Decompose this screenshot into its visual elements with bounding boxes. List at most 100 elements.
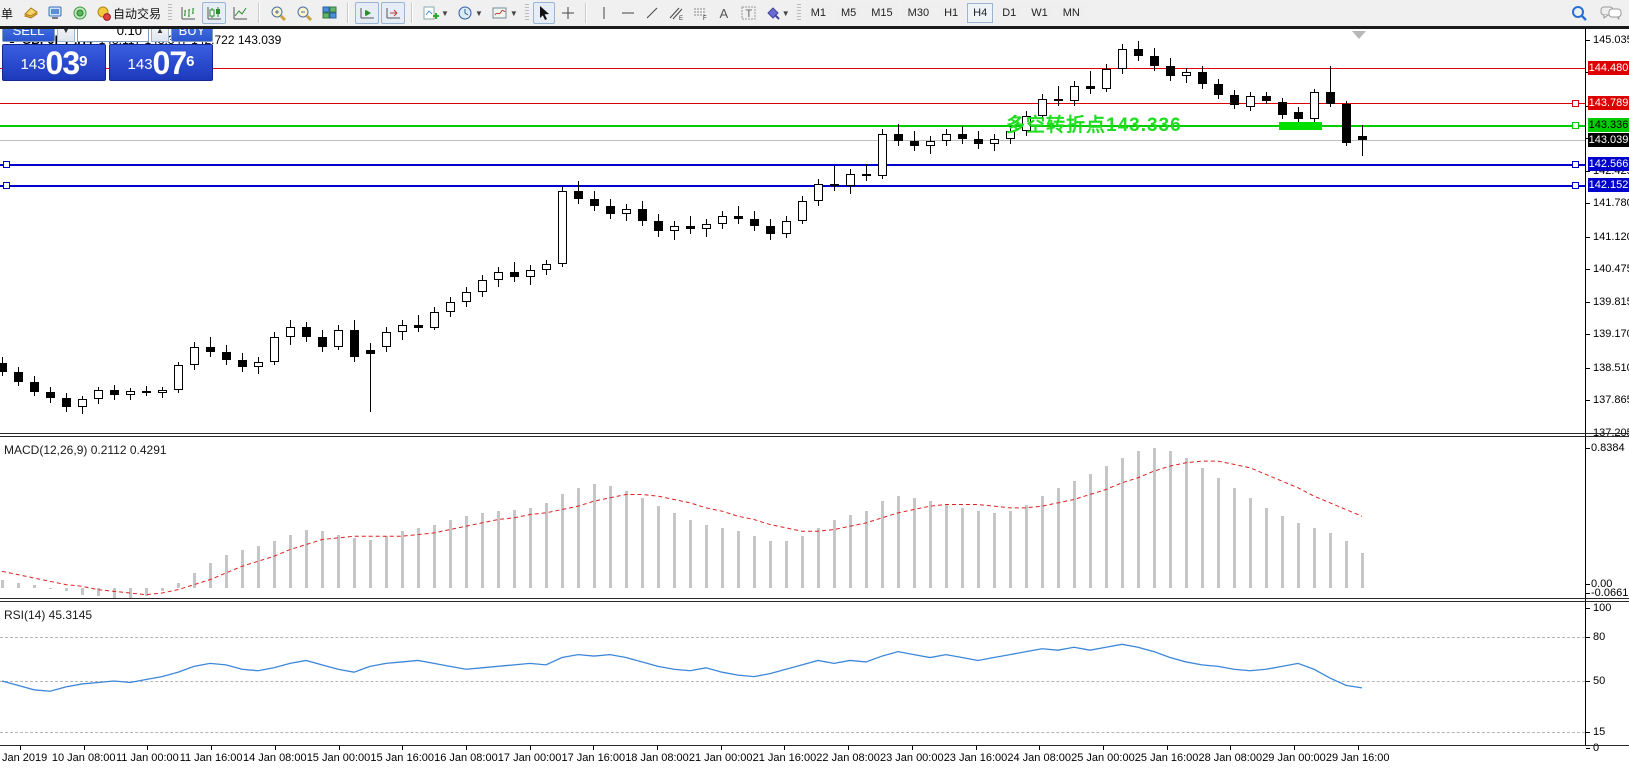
candle	[222, 352, 231, 360]
text-tool-button[interactable]: A	[713, 2, 735, 24]
line-handle[interactable]	[1572, 182, 1579, 189]
buy-price-button[interactable]: 143076	[109, 44, 213, 81]
time-label: 17 Jan 16:00	[561, 752, 625, 764]
line-chart-button[interactable]	[228, 2, 252, 24]
horizontal-line-142.152[interactable]	[0, 185, 1585, 187]
pane-separator[interactable]	[0, 598, 1629, 599]
auto-scroll-icon	[358, 5, 376, 21]
axis-tick	[1586, 608, 1590, 609]
cursor-icon	[537, 5, 551, 21]
fibonacci-button[interactable]: F	[689, 2, 711, 24]
candle	[798, 201, 807, 221]
timeframe-m15[interactable]: M15	[865, 3, 898, 23]
candle	[1214, 84, 1223, 95]
templates-button[interactable]: ▼	[488, 2, 521, 24]
axis-tick	[1586, 637, 1590, 638]
pane-separator[interactable]	[0, 601, 1629, 602]
candle	[1198, 72, 1207, 84]
time-label: 10 Jan 08:00	[52, 752, 116, 764]
sell-price-main: 03	[46, 48, 80, 78]
periods-button[interactable]: ▼	[454, 2, 486, 24]
timeframe-mn[interactable]: MN	[1057, 3, 1086, 23]
zoom-out-button[interactable]	[292, 2, 316, 24]
chart-shift-marker[interactable]	[1352, 31, 1366, 39]
crosshair-button[interactable]	[557, 2, 579, 24]
timeframe-w1[interactable]: W1	[1025, 3, 1054, 23]
timeframe-m30[interactable]: M30	[902, 3, 935, 23]
pane-separator[interactable]	[0, 433, 1629, 434]
line-handle[interactable]	[1572, 122, 1579, 129]
candlestick-chart-button[interactable]	[202, 2, 226, 24]
mt4-window: 单 自动交易	[0, 0, 1629, 773]
candle	[766, 226, 775, 234]
timeframe-h1[interactable]: H1	[938, 3, 964, 23]
vertical-line-button[interactable]	[593, 2, 615, 24]
candle	[110, 390, 119, 395]
sell-price-button[interactable]: 143039	[2, 44, 106, 81]
timeframe-h4[interactable]: H4	[967, 3, 993, 23]
time-axis[interactable]: 9 Jan 201910 Jan 08:0011 Jan 00:0011 Jan…	[0, 746, 1585, 773]
template-icon	[491, 5, 508, 21]
time-tick	[466, 746, 467, 750]
line-handle[interactable]	[1572, 100, 1579, 107]
candle	[1150, 56, 1159, 66]
vertical-line-icon	[599, 5, 609, 21]
axis-tick	[1586, 593, 1590, 594]
line-handle[interactable]	[3, 161, 10, 168]
zoom-in-button[interactable]	[266, 2, 290, 24]
timeframe-m1[interactable]: M1	[805, 3, 832, 23]
signals-button[interactable]	[69, 2, 91, 24]
dropdown-arrow-icon: ▼	[475, 9, 483, 18]
trendline-button[interactable]	[641, 2, 663, 24]
pane-separator[interactable]	[0, 436, 1629, 437]
new-order-button[interactable]: 单	[0, 2, 18, 24]
candle	[1310, 92, 1319, 119]
auto-trading-button[interactable]: 自动交易	[93, 2, 164, 24]
candle	[366, 350, 375, 354]
search-button[interactable]	[1567, 2, 1591, 24]
horizontal-line-144.480[interactable]	[0, 68, 1585, 69]
timeframe-m5[interactable]: M5	[835, 3, 862, 23]
cursor-button[interactable]	[533, 2, 555, 24]
horizontal-line-142.566[interactable]	[0, 164, 1585, 166]
time-tick	[657, 746, 658, 750]
toolbar-grip	[525, 4, 529, 22]
tile-windows-button[interactable]	[318, 2, 341, 24]
time-label: 17 Jan 00:00	[498, 752, 562, 764]
indicators-button[interactable]: ▼	[419, 2, 452, 24]
horizontal-line-button[interactable]	[617, 2, 639, 24]
buy-price-prefix: 143	[128, 52, 153, 78]
time-tick	[147, 746, 148, 750]
line-handle[interactable]	[3, 182, 10, 189]
candle	[270, 337, 279, 362]
candle	[590, 199, 599, 206]
chat-button[interactable]	[1597, 2, 1625, 24]
label-tool-button[interactable]: T	[737, 2, 761, 24]
sell-price-sup: 9	[79, 45, 87, 79]
time-tick	[339, 746, 340, 750]
bar-chart-button[interactable]	[176, 2, 200, 24]
time-tick	[1039, 746, 1040, 750]
line-handle[interactable]	[1572, 161, 1579, 168]
channel-button[interactable]: E	[665, 2, 687, 24]
bar-chart-icon	[179, 5, 197, 21]
timeframe-d1[interactable]: D1	[996, 3, 1022, 23]
search-icon	[1570, 4, 1588, 22]
candle	[334, 330, 343, 347]
auto-scroll-button[interactable]	[355, 2, 379, 24]
book-icon	[23, 5, 39, 21]
chat-icon	[1600, 4, 1622, 22]
chart-shift-button[interactable]	[381, 2, 405, 24]
highlight-rectangle-object[interactable]	[1279, 122, 1322, 130]
candle	[670, 226, 679, 231]
price-axis[interactable]: 145.035144.390143.730143.085142.425141.7…	[1585, 29, 1629, 745]
axis-tick	[1586, 681, 1590, 682]
history-center-button[interactable]	[20, 2, 42, 24]
annotation-text-object[interactable]: 多空转折点143.336	[1006, 110, 1182, 137]
market-watch-button[interactable]	[44, 2, 67, 24]
shapes-button[interactable]: ▼	[763, 2, 793, 24]
label-tool-icon: T	[740, 5, 758, 21]
main-chart-pane: ▲ GBPJPY-,H4 143.117 143.347 142.722 143…	[0, 29, 1585, 433]
price-tick-label: 137.865	[1593, 394, 1629, 406]
current-price-badge: 143.039	[1588, 133, 1629, 147]
